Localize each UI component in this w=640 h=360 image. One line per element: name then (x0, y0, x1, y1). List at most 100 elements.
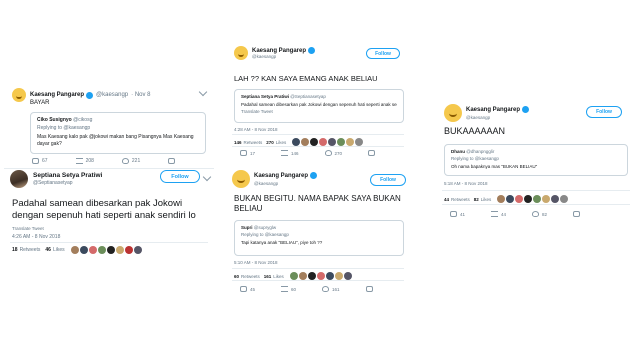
avatar[interactable] (115, 246, 124, 254)
follow-button[interactable]: Follow (160, 170, 200, 183)
quote-author: Supri (241, 225, 253, 230)
quoted-tweet[interactable]: Ciko Susignyo @cikosg Replying to @kaesa… (30, 112, 206, 154)
avatar[interactable] (524, 195, 533, 203)
message-button[interactable] (573, 211, 581, 217)
avatar[interactable] (124, 246, 133, 254)
translate-link[interactable]: Translate Tweet (12, 226, 44, 231)
avatar[interactable] (70, 246, 79, 254)
avatar[interactable] (542, 195, 551, 203)
translate-link[interactable]: Translate Tweet (241, 109, 397, 114)
avatar[interactable] (334, 272, 343, 280)
avatar[interactable] (79, 246, 88, 254)
avatar[interactable] (232, 170, 250, 188)
avatar[interactable] (10, 170, 28, 188)
avatar[interactable] (337, 138, 346, 146)
retweet-icon (281, 150, 289, 156)
avatar[interactable] (328, 138, 337, 146)
author-handle[interactable]: @kaesangp (466, 115, 529, 120)
avatar[interactable] (533, 195, 542, 203)
retweet-button[interactable]: 44 (491, 211, 506, 217)
replying-to: Replying to @kaesangp (37, 125, 91, 131)
avatar[interactable] (497, 195, 506, 203)
avatar[interactable] (560, 195, 569, 203)
like-count[interactable]: 161 (264, 274, 272, 279)
retweet-button[interactable]: 60 (281, 286, 296, 292)
avatar[interactable] (289, 272, 298, 280)
avatar[interactable] (515, 195, 524, 203)
avatar[interactable] (316, 272, 325, 280)
message-button[interactable] (168, 158, 176, 164)
like-count[interactable]: 82 (474, 197, 479, 202)
author-handle[interactable]: @kaesangp (252, 54, 315, 59)
avatar[interactable] (12, 88, 26, 102)
tweet-timestamp[interactable]: 5:18 AM - 8 Nov 2018 (444, 181, 488, 186)
chevron-down-icon[interactable] (202, 172, 212, 182)
like-button[interactable]: 221 (121, 158, 140, 164)
chevron-down-icon[interactable] (198, 87, 208, 97)
avatar[interactable] (551, 195, 560, 203)
avatar[interactable] (325, 272, 334, 280)
like-button[interactable]: 270 (324, 150, 342, 156)
retweet-button[interactable]: 208 (75, 158, 94, 164)
reply-icon (450, 211, 457, 217)
avatar[interactable] (319, 138, 328, 146)
retweet-count[interactable]: 44 (444, 197, 449, 202)
message-button[interactable] (365, 286, 373, 292)
like-count[interactable]: 46 (45, 247, 51, 253)
avatar[interactable] (234, 46, 248, 60)
retweet-label: Retweets (451, 196, 470, 202)
avatar[interactable] (343, 272, 352, 280)
retweet-count[interactable]: 60 (234, 274, 239, 279)
like-button[interactable]: 82 (532, 211, 547, 217)
follow-button[interactable]: Follow (370, 174, 406, 186)
avatar[interactable] (301, 138, 310, 146)
retweet-button[interactable]: 146 (281, 150, 299, 156)
tweet-timestamp[interactable]: 4:28 AM - 8 Nov 2018 (234, 127, 278, 132)
tweet-stats: 44 Retweets 82 Likes (444, 195, 569, 203)
reply-button[interactable]: 17 (240, 150, 255, 156)
quote-handle: @cikosg (73, 117, 93, 123)
divider (232, 134, 404, 135)
author-name[interactable]: Kaesang Pangarep (254, 174, 308, 180)
avatar[interactable] (97, 246, 106, 254)
reply-button[interactable]: 45 (240, 286, 255, 292)
tweet-date[interactable]: · Nov 8 (131, 92, 150, 98)
retweet-count[interactable]: 18 (12, 247, 18, 253)
mail-icon (168, 158, 176, 164)
author-handle[interactable]: @kaesangp (96, 92, 128, 98)
avatar[interactable] (346, 138, 355, 146)
author-name[interactable]: Septiana Setya Pratiwi (33, 172, 102, 179)
quoted-tweet[interactable]: Supri @supryglw Replying to @kaesangp Ta… (234, 220, 404, 256)
follow-button[interactable]: Follow (586, 106, 622, 118)
avatar[interactable] (298, 272, 307, 280)
author-name[interactable]: Kaesang Pangarep (30, 92, 84, 98)
quote-handle: @supryglw (253, 225, 277, 230)
avatar[interactable] (106, 246, 115, 254)
tweet-actions: 17 146 270 (240, 150, 376, 156)
tweet-timestamp[interactable]: 4:26 AM - 8 Nov 2018 (12, 234, 60, 240)
retweet-count[interactable]: 146 (234, 140, 242, 145)
like-button[interactable]: 161 (322, 286, 340, 292)
avatar[interactable] (506, 195, 515, 203)
tweet-timestamp[interactable]: 5:10 AM - 8 Nov 2018 (234, 260, 278, 265)
quote-handle: @dhanpngglir (466, 149, 495, 154)
author-handle[interactable]: @kaesangp (254, 181, 317, 186)
like-count[interactable]: 270 (266, 140, 274, 145)
avatar[interactable] (88, 246, 97, 254)
avatar[interactable] (292, 138, 301, 146)
author-handle[interactable]: @Septianasetyap (33, 180, 102, 186)
message-button[interactable] (368, 150, 376, 156)
avatar[interactable] (310, 138, 319, 146)
quoted-tweet[interactable]: Septiana Setya Pratiwi @Septianasetyap P… (234, 89, 404, 123)
reply-button[interactable]: 41 (450, 211, 465, 217)
like-label: Likes (273, 273, 284, 279)
avatar[interactable] (444, 104, 462, 122)
follow-button[interactable]: Follow (366, 48, 400, 59)
reply-button[interactable]: 67 (32, 158, 48, 164)
author-name[interactable]: Kaesang Pangarep (466, 108, 520, 114)
avatar[interactable] (133, 246, 142, 254)
quoted-tweet[interactable]: Dhanu @dhanpngglir Replying to @kaesangp… (444, 144, 628, 176)
retweet-label: Retweets (241, 273, 260, 279)
avatar[interactable] (307, 272, 316, 280)
avatar[interactable] (355, 138, 364, 146)
